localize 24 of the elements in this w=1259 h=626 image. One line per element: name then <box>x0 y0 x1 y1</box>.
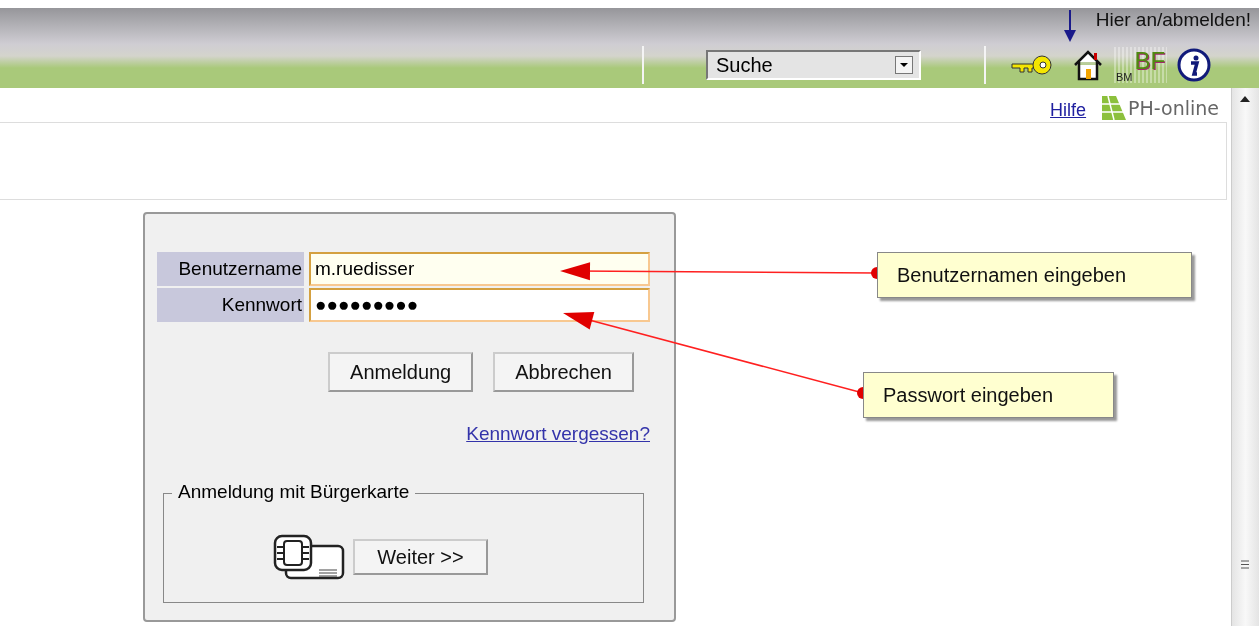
input-field[interactable]: ●●●●●●●●● <box>309 288 650 322</box>
info-icon[interactable] <box>1177 48 1212 82</box>
grip-icon <box>1241 560 1249 569</box>
scrollbar[interactable] <box>1231 88 1259 626</box>
annotation-callout: Benutzernamen eingeben <box>877 252 1192 298</box>
home-icon[interactable] <box>1072 49 1104 81</box>
forgot-password-link[interactable]: Kennwort vergessen? <box>466 423 650 444</box>
scroll-up-icon[interactable] <box>1240 96 1250 102</box>
annotation-callout: Passwort eingeben <box>863 372 1114 418</box>
form-button[interactable]: Anmeldung <box>328 352 474 392</box>
key-icon[interactable] <box>1010 54 1052 76</box>
ph-online-logo[interactable]: PH-online <box>1100 96 1219 120</box>
search-select[interactable]: Suche <box>706 50 921 80</box>
input-field[interactable]: m.ruedisser <box>309 252 650 286</box>
field-label: Kennwort <box>157 288 304 322</box>
dropdown-caret-icon[interactable] <box>895 56 913 74</box>
bm-bf-logo[interactable]: BM BF <box>1114 47 1168 83</box>
field-label: Benutzername <box>157 252 304 286</box>
continue-button[interactable]: Weiter >> <box>353 539 488 575</box>
help-link[interactable]: Hilfe <box>1050 99 1087 121</box>
down-arrow-icon <box>1063 10 1076 42</box>
form-button[interactable]: Abbrechen <box>493 352 634 392</box>
login-hint: Hier an/abmelden! <box>1095 9 1251 31</box>
chip-card-icon <box>273 534 346 580</box>
